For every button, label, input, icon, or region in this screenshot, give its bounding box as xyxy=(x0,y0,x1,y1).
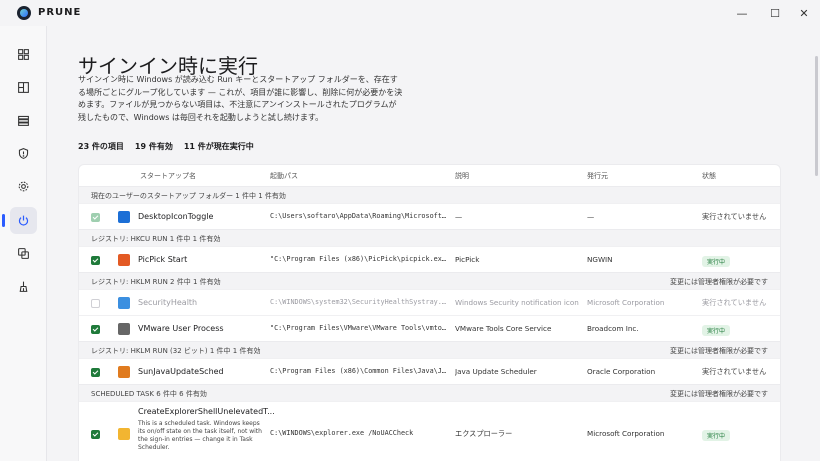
sidebar xyxy=(0,26,47,461)
summary-total: 23 件の項目 xyxy=(78,142,124,151)
enable-checkbox[interactable] xyxy=(91,367,100,377)
enable-checkbox[interactable] xyxy=(91,298,100,308)
group-header: レジストリ: HKCU RUN 1 件中 1 件有効 xyxy=(79,229,780,246)
dashboard-icon xyxy=(18,49,29,60)
entry-name: DesktopIconToggle xyxy=(138,211,214,221)
launch-path: C:\Users\softaro\AppData\Roaming\Microso… xyxy=(270,212,450,220)
status-text: 実行されていません xyxy=(702,298,767,307)
table-row[interactable]: PicPick Start "C:\Program Files (x86)\Pic… xyxy=(79,246,780,272)
scrollbar[interactable] xyxy=(815,56,818,176)
entry-description: エクスプローラー xyxy=(455,429,513,438)
folder-icon xyxy=(118,428,130,440)
summary-bar: 23 件の項目 19 件有効 11 件が現在実行中 xyxy=(78,141,254,152)
entry-name: SunJavaUpdateSched xyxy=(138,366,224,376)
admin-required-note: 変更には管理者権限が必要です xyxy=(670,347,768,355)
admin-required-note: 変更には管理者権限が必要です xyxy=(670,278,768,286)
summary-enabled: 19 件有効 xyxy=(134,142,173,151)
admin-required-note: 変更には管理者権限が必要です xyxy=(670,390,768,398)
table-row[interactable]: DesktopIconToggle C:\Users\softaro\AppDat… xyxy=(79,203,780,229)
entry-publisher: NGWIN xyxy=(587,255,613,264)
sidebar-item-security[interactable] xyxy=(10,140,37,167)
sidebar-item-apps[interactable] xyxy=(10,74,37,101)
entry-description: — xyxy=(455,212,463,221)
minimize-button[interactable]: — xyxy=(731,4,753,22)
java-icon xyxy=(118,366,130,378)
group-header: SCHEDULED TASK 6 件中 6 件有効 変更には管理者権限が必要です xyxy=(79,384,780,401)
status-text: 実行されていません xyxy=(702,367,767,376)
enable-checkbox[interactable] xyxy=(91,212,100,222)
entry-note: This is a scheduled task. Windows keeps … xyxy=(138,420,262,451)
vmware-icon xyxy=(118,323,130,335)
status-badge: 実行中 xyxy=(702,255,731,267)
status-badge: 実行中 xyxy=(702,324,731,336)
launch-path: "C:\Program Files (x86)\PicPick\picpick.… xyxy=(270,255,450,263)
enable-checkbox[interactable] xyxy=(91,324,100,334)
launch-path: "C:\Program Files\VMware\VMware Tools\vm… xyxy=(270,324,450,332)
sidebar-item-dashboard[interactable] xyxy=(10,41,37,68)
maximize-button[interactable]: ☐ xyxy=(764,4,786,22)
entry-publisher: Microsoft Corporation xyxy=(587,429,665,438)
sidebar-item-duplicates[interactable] xyxy=(10,240,37,267)
title-bar: PRUNE — ☐ ✕ xyxy=(0,0,820,26)
table-row[interactable]: SecurityHealth C:\WINDOWS\system32\Securi… xyxy=(79,289,780,315)
entry-description: Java Update Scheduler xyxy=(455,367,537,376)
close-button[interactable]: ✕ xyxy=(793,4,815,22)
sidebar-item-cleanup[interactable] xyxy=(10,273,37,300)
shield-icon xyxy=(18,148,29,159)
column-status[interactable]: 状態 xyxy=(702,171,716,181)
apps-icon xyxy=(18,82,29,93)
entry-publisher: Microsoft Corporation xyxy=(587,298,665,307)
entry-publisher: Oracle Corporation xyxy=(587,367,656,376)
entry-name: VMware User Process xyxy=(138,323,224,333)
status-text: 実行されていません xyxy=(702,212,767,221)
security-shield-icon xyxy=(118,297,130,309)
group-header: レジストリ: HKLM RUN (32 ビット) 1 件中 1 件有効 変更には管… xyxy=(79,341,780,358)
copy-icon xyxy=(18,248,29,259)
desktop-app-icon xyxy=(118,211,130,223)
table-row[interactable]: CreateExplorerShellUnelevatedT... This is… xyxy=(79,401,780,457)
group-label: 現在のユーザーのスタートアップ フォルダー 1 件中 1 件有効 xyxy=(91,192,286,200)
table-row[interactable]: SunJavaUpdateSched C:\Program Files (x86)… xyxy=(79,358,780,384)
group-label: レジストリ: HKLM RUN (32 ビット) 1 件中 1 件有効 xyxy=(91,347,261,355)
entry-publisher: Broadcom Inc. xyxy=(587,324,639,333)
sidebar-item-storage[interactable] xyxy=(10,107,37,134)
column-path[interactable]: 起動パス xyxy=(270,171,298,181)
launch-path: C:\Program Files (x86)\Common Files\Java… xyxy=(270,367,450,375)
enable-checkbox[interactable] xyxy=(91,429,100,439)
entry-publisher: — xyxy=(587,212,595,221)
summary-running: 11 件が現在実行中 xyxy=(183,142,254,151)
group-header: 現在のユーザーのスタートアップ フォルダー 1 件中 1 件有効 xyxy=(79,186,780,203)
gear-icon xyxy=(18,181,29,192)
group-label: レジストリ: HKLM RUN 2 件中 1 件有効 xyxy=(91,278,221,286)
entry-description: Windows Security notification icon xyxy=(455,298,579,307)
broom-icon xyxy=(19,281,28,292)
storage-icon xyxy=(18,115,29,126)
sidebar-item-startup[interactable] xyxy=(2,207,37,234)
sidebar-item-settings[interactable] xyxy=(10,173,37,200)
column-publisher[interactable]: 発行元 xyxy=(587,171,608,181)
power-icon xyxy=(18,215,29,226)
page-description: サインイン時に Windows が読み込む Run キーとスタートアップ フォル… xyxy=(78,75,403,122)
group-header: レジストリ: HKLM RUN 2 件中 1 件有効 変更には管理者権限が必要です xyxy=(79,272,780,289)
group-label: レジストリ: HKCU RUN 1 件中 1 件有効 xyxy=(91,235,221,243)
launch-path: C:\WINDOWS\explorer.exe /NoUACCheck xyxy=(270,429,414,437)
table-header: スタートアップ名 起動パス 説明 発行元 状態 xyxy=(79,165,780,186)
entry-description: PicPick xyxy=(455,255,480,264)
column-name[interactable]: スタートアップ名 xyxy=(140,171,196,181)
picpick-icon xyxy=(118,254,130,266)
column-description[interactable]: 説明 xyxy=(455,171,469,181)
enable-checkbox[interactable] xyxy=(91,255,100,265)
startup-table: スタートアップ名 起動パス 説明 発行元 状態 現在のユーザーのスタートアップ … xyxy=(78,164,781,461)
entry-name: SecurityHealth xyxy=(138,297,198,307)
entry-name: CreateExplorerShellUnelevatedT... xyxy=(138,407,275,416)
app-title: PRUNE xyxy=(38,7,82,18)
entry-name: PicPick Start xyxy=(138,254,188,264)
launch-path: C:\WINDOWS\system32\SecurityHealthSystra… xyxy=(270,298,450,306)
group-label: SCHEDULED TASK 6 件中 6 件有効 xyxy=(91,390,207,398)
main-content: サインイン時に実行 サインイン時に Windows が読み込む Run キーとス… xyxy=(48,26,820,461)
status-badge: 実行中 xyxy=(702,429,731,441)
entry-description: VMware Tools Core Service xyxy=(455,324,552,333)
app-logo xyxy=(17,6,31,20)
table-row[interactable]: VMware User Process "C:\Program Files\VMw… xyxy=(79,315,780,341)
